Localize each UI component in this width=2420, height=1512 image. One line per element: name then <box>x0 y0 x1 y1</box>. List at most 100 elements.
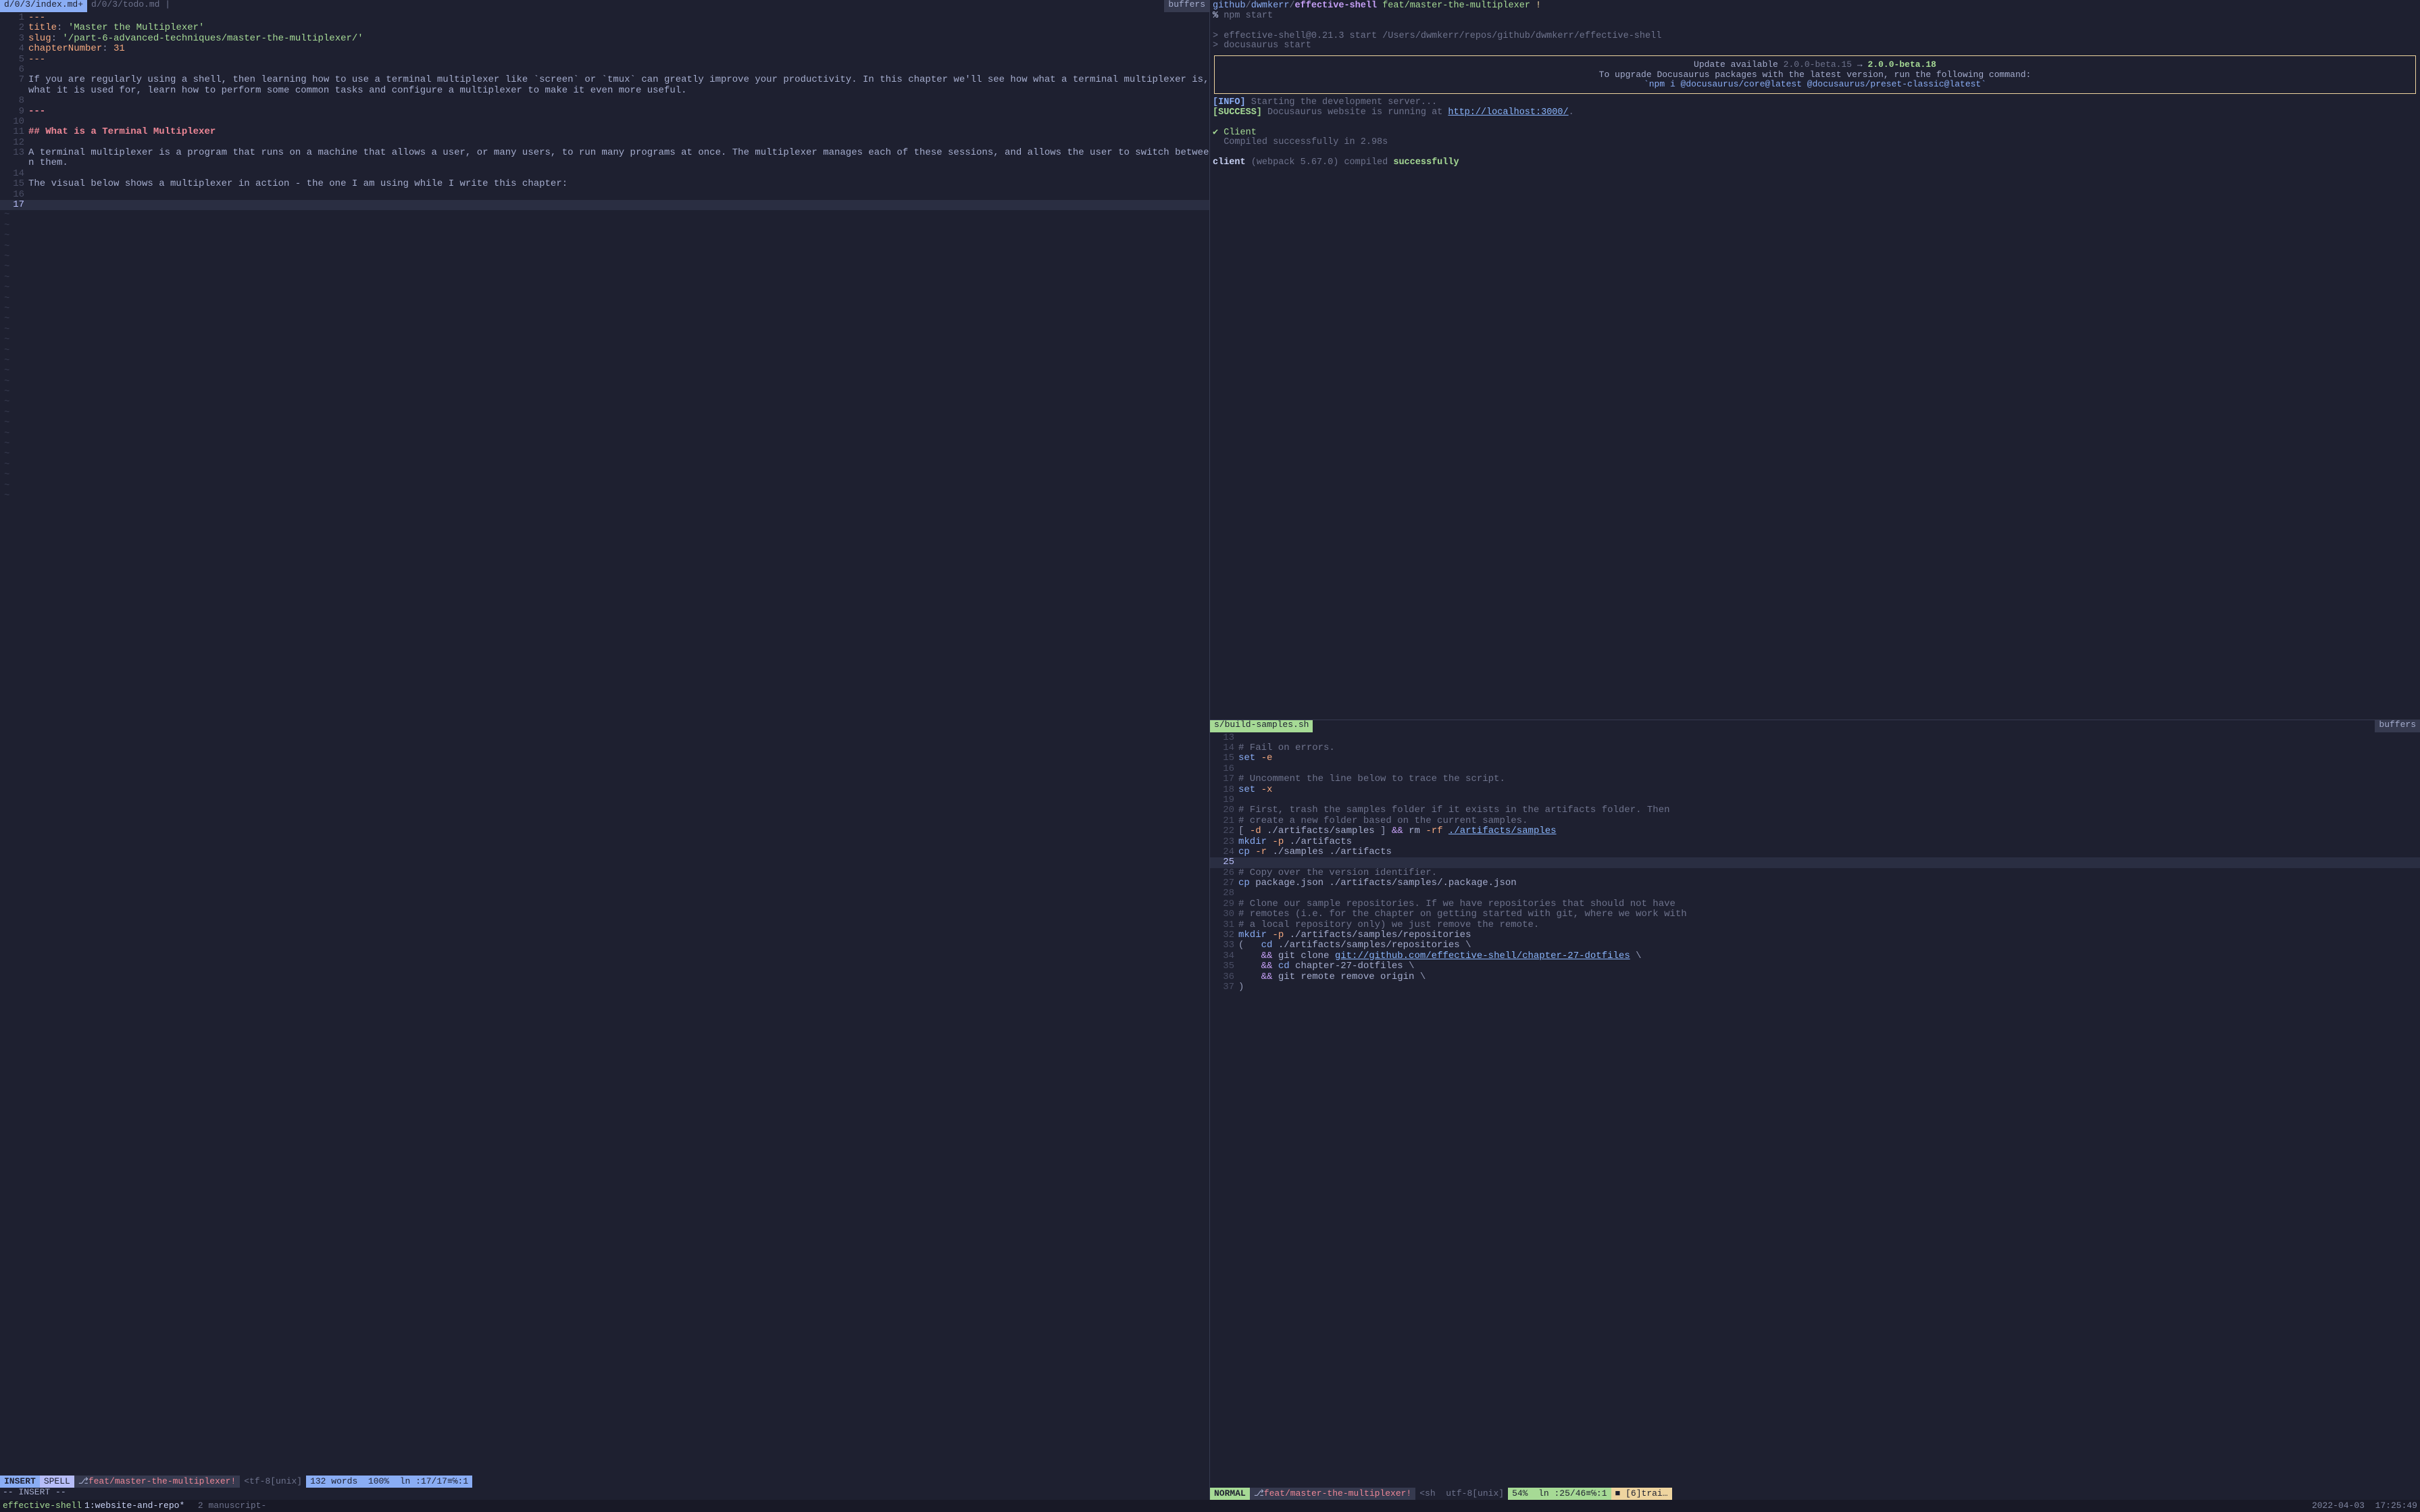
editor-line[interactable]: 6 <box>0 65 1209 75</box>
empty-line-tilde: ~ <box>0 481 1209 491</box>
right-editor-body[interactable]: 1314# Fail on errors.15set -e1617# Uncom… <box>1210 732 2420 1488</box>
empty-line-tilde: ~ <box>0 325 1209 335</box>
editor-line[interactable]: 29# Clone our sample repositories. If we… <box>1210 899 2420 909</box>
editor-line[interactable]: 37) <box>1210 982 2420 992</box>
editor-line[interactable]: 17# Uncomment the line below to trace th… <box>1210 774 2420 784</box>
empty-line-tilde: ~ <box>0 242 1209 252</box>
log-success-tag: [SUCCESS] <box>1213 107 1262 118</box>
tmux-window-2[interactable]: 2 manuscript- <box>187 1501 266 1511</box>
editor-line[interactable]: 26# Copy over the version identifier. <box>1210 868 2420 878</box>
prompt-path: github/dwmkerr/effective-shell <box>1213 1 1377 11</box>
editor-line[interactable]: 11## What is a Terminal Multiplexer <box>0 127 1209 137</box>
editor-line[interactable]: 22[ -d ./artifacts/samples ] && rm -rf .… <box>1210 826 2420 836</box>
editor-line[interactable]: 31# a local repository only) we just rem… <box>1210 920 2420 930</box>
branch-indicator: ⎇ feat/master-the-multiplexer! <box>1250 1488 1415 1500</box>
editor-line[interactable]: 34 && git clone git://github.com/effecti… <box>1210 951 2420 961</box>
editor-line[interactable]: 13 <box>1210 733 2420 743</box>
right-editor-pane[interactable]: s/build-samples.sh buffers 1314# Fail on… <box>1210 720 2420 1500</box>
editor-line[interactable]: 15set -e <box>1210 753 2420 763</box>
left-editor-body[interactable]: 1---2title: 'Master the Multiplexer'3slu… <box>0 12 1209 1476</box>
empty-line-tilde: ~ <box>0 335 1209 345</box>
buffers-label[interactable]: buffers <box>2375 720 2420 732</box>
editor-line[interactable]: 3slug: '/part-6-advanced-techniques/mast… <box>0 34 1209 44</box>
editor-line[interactable]: 13A terminal multiplexer is a program th… <box>0 148 1209 169</box>
buffers-label[interactable]: buffers <box>1164 0 1209 12</box>
empty-line-tilde: ~ <box>0 283 1209 293</box>
editor-line[interactable]: 19 <box>1210 795 2420 805</box>
empty-line-tilde: ~ <box>0 304 1209 314</box>
filetype-indicator: <sh utf-8[unix] <box>1415 1488 1508 1500</box>
empty-line-tilde: ~ <box>0 408 1209 418</box>
lint-warning: ■ [6]trai… <box>1611 1488 1672 1500</box>
prompt-branch: feat/master-the-multiplexer <box>1382 1 1530 11</box>
localhost-url[interactable]: http://localhost:3000/ <box>1448 107 1568 118</box>
editor-line[interactable]: 14# Fail on errors. <box>1210 743 2420 753</box>
empty-line-tilde: ~ <box>0 460 1209 470</box>
empty-line-tilde: ~ <box>0 262 1209 272</box>
terminal-pane[interactable]: github/dwmkerr/effective-shell feat/mast… <box>1210 0 2420 720</box>
left-cmdline: -- INSERT -- <box>0 1488 1209 1500</box>
empty-line-tilde: ~ <box>0 491 1209 501</box>
empty-line-tilde: ~ <box>0 252 1209 262</box>
left-statusline: INSERT SPELL ⎇ feat/master-the-multiplex… <box>0 1476 1209 1488</box>
empty-line-tilde: ~ <box>0 314 1209 324</box>
mode-indicator: NORMAL <box>1210 1488 1250 1500</box>
editor-line[interactable]: 36 && git remote remove origin \ <box>1210 972 2420 982</box>
empty-line-tilde: ~ <box>0 387 1209 397</box>
editor-line[interactable]: 25 <box>1210 857 2420 867</box>
tab-build-samples[interactable]: s/build-samples.sh <box>1210 720 1313 732</box>
empty-line-tilde: ~ <box>0 397 1209 407</box>
editor-line[interactable]: 24cp -r ./samples ./artifacts <box>1210 847 2420 857</box>
editor-line[interactable]: 17 <box>0 200 1209 210</box>
tab-index-md[interactable]: d/0/3/index.md+ <box>0 0 87 12</box>
position-indicator: 54% ln :25/46≡℅:1 <box>1508 1488 1611 1500</box>
empty-line-tilde: ~ <box>0 439 1209 449</box>
editor-line[interactable]: 2title: 'Master the Multiplexer' <box>0 23 1209 33</box>
editor-line[interactable]: 10 <box>0 117 1209 127</box>
term-command: npm start <box>1224 11 1273 21</box>
editor-line[interactable]: 21# create a new folder based on the cur… <box>1210 816 2420 826</box>
empty-line-tilde: ~ <box>0 377 1209 387</box>
editor-line[interactable]: 15The visual below shows a multiplexer i… <box>0 179 1209 189</box>
prompt-dirty-icon: ! <box>1536 1 1541 11</box>
editor-line[interactable]: 16 <box>1210 764 2420 774</box>
tmux-clock: 2022-04-03 17:25:49 <box>2312 1501 2417 1511</box>
editor-line[interactable]: 14 <box>0 169 1209 179</box>
encoding-indicator: <tf-8[unix] <box>240 1476 306 1488</box>
branch-indicator: ⎇ feat/master-the-multiplexer! <box>74 1476 240 1488</box>
log-info-tag: [INFO] <box>1213 97 1246 107</box>
editor-line[interactable]: 30# remotes (i.e. for the chapter on get… <box>1210 909 2420 919</box>
tmux-statusbar: effective-shell 1:website-and-repo* 2 ma… <box>0 1500 2420 1512</box>
update-notice-box: Update available 2.0.0-beta.15 → 2.0.0-b… <box>1214 55 2416 94</box>
editor-line[interactable]: 33( cd ./artifacts/samples/repositories … <box>1210 940 2420 951</box>
editor-line[interactable]: 5--- <box>0 55 1209 65</box>
empty-line-tilde: ~ <box>0 231 1209 241</box>
empty-line-tilde: ~ <box>0 449 1209 459</box>
editor-line[interactable]: 16 <box>0 190 1209 200</box>
editor-line[interactable]: 7If you are regularly using a shell, the… <box>0 75 1209 96</box>
editor-line[interactable]: 4chapterNumber: 31 <box>0 44 1209 54</box>
editor-line[interactable]: 23mkdir -p ./artifacts <box>1210 837 2420 847</box>
empty-line-tilde: ~ <box>0 470 1209 480</box>
editor-line[interactable]: 12 <box>0 138 1209 148</box>
editor-line[interactable]: 27cp package.json ./artifacts/samples/.p… <box>1210 878 2420 888</box>
editor-line[interactable]: 28 <box>1210 888 2420 899</box>
term-output-line: > docusaurus start <box>1213 41 2417 51</box>
empty-line-tilde: ~ <box>0 294 1209 304</box>
left-editor-pane[interactable]: d/0/3/index.md+ d/0/3/todo.md | buffers … <box>0 0 1210 1500</box>
editor-line[interactable]: 20# First, trash the samples folder if i… <box>1210 805 2420 815</box>
editor-line[interactable]: 18set -x <box>1210 785 2420 795</box>
editor-line[interactable]: 1--- <box>0 13 1209 23</box>
tmux-window-1[interactable]: 1:website-and-repo* <box>84 1501 184 1511</box>
tab-todo-md[interactable]: d/0/3/todo.md | <box>87 0 174 12</box>
tmux-session-name: effective-shell <box>3 1501 82 1511</box>
editor-line[interactable]: 9--- <box>0 107 1209 117</box>
right-tabline: s/build-samples.sh buffers <box>1210 720 2420 732</box>
editor-line[interactable]: 8 <box>0 96 1209 106</box>
word-count: 132 words 100% ln :17/17≡℅:1 <box>306 1476 472 1488</box>
editor-line[interactable]: 35 && cd chapter-27-dotfiles \ <box>1210 961 2420 972</box>
editor-line[interactable]: 32mkdir -p ./artifacts/samples/repositor… <box>1210 930 2420 940</box>
empty-line-tilde: ~ <box>0 221 1209 231</box>
term-output-line: > effective-shell@0.21.3 start /Users/dw… <box>1213 32 2417 42</box>
empty-line-tilde: ~ <box>0 356 1209 366</box>
